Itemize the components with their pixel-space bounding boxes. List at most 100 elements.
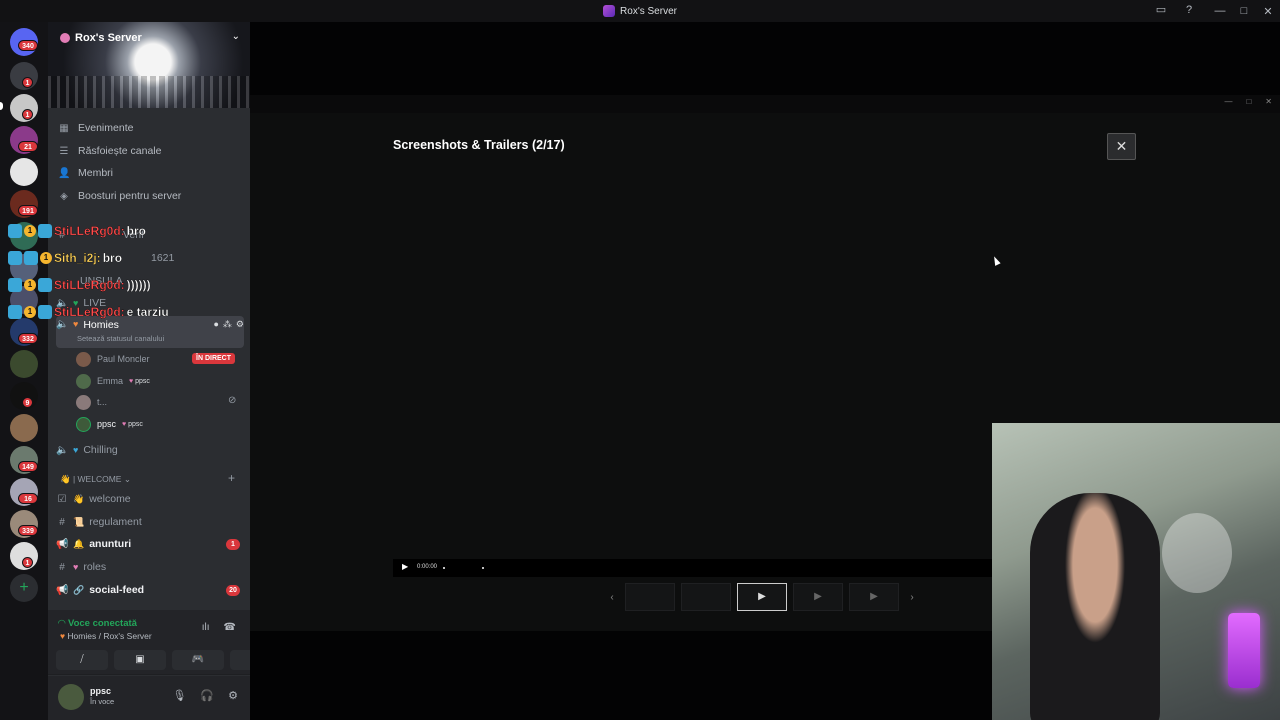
unread-badge: 1 <box>22 557 33 568</box>
thumbnail-strip: ‹ ▶ ▶ ▶ › <box>605 583 919 611</box>
voice-channel-path[interactable]: ♥ Homies / Rox's Server <box>60 631 152 641</box>
nav-events[interactable]: ▦ Evenimente <box>58 118 133 138</box>
gear-icon[interactable]: ⚙ <box>236 319 244 330</box>
badge-icon: 1 <box>24 306 36 318</box>
close-icon[interactable]: ✕ <box>1265 97 1272 106</box>
badge-icon: 1 <box>40 252 52 264</box>
unread-badge: 20 <box>226 584 240 596</box>
nav-members[interactable]: 👤 Membri <box>58 163 113 183</box>
chat-icon[interactable]: ● <box>213 319 218 330</box>
purple-lamp <box>1228 613 1260 688</box>
badge-icon: 1 <box>24 279 36 291</box>
channel-roles[interactable]: # ♥ roles <box>56 557 244 577</box>
prev-arrow-icon[interactable]: ‹ <box>605 592 619 603</box>
add-server-icon[interactable]: + <box>10 574 38 602</box>
channel-anunturi[interactable]: 📢 🔔 anunturi 1 <box>56 534 244 554</box>
server-icon[interactable] <box>10 158 38 186</box>
unread-badge: 149 <box>18 461 38 472</box>
hourglass-server-icon[interactable] <box>10 350 38 378</box>
server-name: Rox's Server <box>75 32 142 44</box>
server-icon[interactable] <box>10 414 38 442</box>
server-banner: Rox's Server ⌄ <box>48 22 250 108</box>
announcement-icon: 📢 <box>56 538 69 550</box>
badge-icon <box>38 224 52 238</box>
channel-regulament[interactable]: # 📜 regulament <box>56 512 244 532</box>
close-window-button[interactable]: ✕ <box>1256 5 1280 18</box>
channel-chilling[interactable]: 🔈 ♥ Chilling <box>56 440 244 460</box>
overlay-chat-line: 1 StiLLeRg0d: e tarziu <box>8 303 169 321</box>
invite-icon[interactable]: ⁂ <box>223 319 232 330</box>
noise-suppression-icon[interactable]: ılı <box>202 622 210 633</box>
server-header[interactable]: Rox's Server <box>60 32 142 44</box>
badge-icon <box>8 305 22 319</box>
channel-social-feed[interactable]: 📢 🔗 social-feed 20 <box>56 580 244 600</box>
unread-badge: 1 <box>22 77 33 88</box>
maximize-icon[interactable]: □ <box>1246 97 1251 106</box>
active-pill <box>0 102 3 110</box>
scroll-icon: 📜 <box>73 516 85 527</box>
nav-boosts[interactable]: ◈ Boosturi pentru server <box>58 186 181 206</box>
headphones-icon[interactable]: 🎧 <box>200 689 214 702</box>
badge-icon: 1 <box>24 225 36 237</box>
modal-close-button[interactable]: ✕ <box>1107 133 1136 160</box>
thumbnail[interactable]: ▶ <box>849 583 899 611</box>
screen-share-button[interactable]: ▣ <box>114 650 166 670</box>
video-time: 0:00:00 <box>417 564 438 570</box>
thumbnail-selected[interactable]: ▶ <box>737 583 787 611</box>
maximize-button[interactable]: □ <box>1232 5 1256 17</box>
voice-connected-label: ◠ Voce conectată <box>58 618 137 629</box>
guild-tag: ♥ ppsc <box>129 377 150 385</box>
activity-button[interactable]: 🎮 <box>172 650 224 670</box>
voice-user[interactable]: Emma ♥ ppsc <box>76 372 150 390</box>
camera-off-button[interactable]: ⧸ <box>56 650 108 670</box>
unread-badge: 332 <box>18 333 38 344</box>
thumbnail[interactable] <box>681 583 731 611</box>
blue-heart-icon: ♥ <box>73 445 79 455</box>
badge-icon <box>8 224 22 238</box>
chevron-down-icon[interactable]: ⌄ <box>232 31 240 42</box>
minimize-icon[interactable]: — <box>1224 97 1232 106</box>
modal-title: Screenshots & Trailers (2/17) <box>393 138 565 152</box>
heart-icon: ♥ <box>129 377 134 385</box>
play-icon[interactable]: ▶ <box>402 562 408 571</box>
minimize-button[interactable]: — <box>1208 5 1232 17</box>
avatar <box>76 416 91 432</box>
next-arrow-icon[interactable]: › <box>905 592 919 603</box>
inbox-icon[interactable]: ▭ <box>1154 3 1168 17</box>
server-icon <box>603 5 616 17</box>
link-icon: 🔗 <box>73 584 85 595</box>
volume-handle[interactable] <box>443 567 445 569</box>
voice-user[interactable]: ppsc ♥ ppsc <box>76 415 143 433</box>
voice-user[interactable]: t... <box>76 393 107 411</box>
unread-badge: 1 <box>22 109 33 120</box>
unread-badge: 340 <box>18 40 38 51</box>
browse-icon: ☰ <box>59 145 69 157</box>
user-status: În voce <box>90 697 115 706</box>
background-window-bar: — □ ✕ <box>250 95 1280 113</box>
disconnect-icon[interactable]: ☎ <box>224 622 236 633</box>
add-channel-icon[interactable]: + <box>228 471 235 485</box>
voice-user[interactable]: Paul Moncler <box>76 350 150 368</box>
members-icon: 👤 <box>58 167 71 179</box>
streamer <box>1030 493 1160 720</box>
boost-icon: ◈ <box>60 190 68 202</box>
guild-tag: ♥ ppsc <box>122 420 143 428</box>
nav-browse-channels[interactable]: ☰ Răsfoiește canale <box>58 141 162 161</box>
thumbnail[interactable] <box>625 583 675 611</box>
overlay-chat-line: 1 Sith_i2j: bro <box>8 249 122 267</box>
badge-icon <box>24 251 38 265</box>
username: ppsc <box>90 686 112 696</box>
microphone-icon[interactable]: 🎙 <box>172 689 186 702</box>
avatar[interactable] <box>58 684 84 710</box>
heart-icon: ♥ <box>122 420 127 428</box>
announcement-icon: 📢 <box>56 584 69 596</box>
gear-icon[interactable]: ⚙ <box>228 689 238 702</box>
bell-icon: 🔔 <box>73 538 85 549</box>
thumbnail[interactable]: ▶ <box>793 583 843 611</box>
help-icon[interactable]: ? <box>1182 3 1196 17</box>
seek-handle[interactable] <box>482 567 484 569</box>
channel-status-hint[interactable]: Setează statusul canalului <box>77 334 164 343</box>
muted-icon: ⊘ <box>228 395 237 406</box>
channel-welcome[interactable]: ☑ 👋 welcome <box>56 489 244 509</box>
category-welcome[interactable]: 👋 | WELCOME ⌄ <box>60 474 131 485</box>
